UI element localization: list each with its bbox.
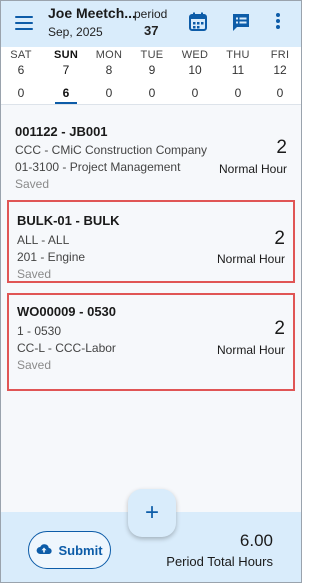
day-mon[interactable]: MON 8 0: [89, 47, 129, 105]
day-name: WED: [181, 49, 209, 61]
entry-cost-code: 01-3100 - Project Management: [15, 160, 181, 174]
calendar-icon[interactable]: [187, 11, 209, 33]
time-entry-card[interactable]: 001122 - JB001 CCC - CMiC Construction C…: [7, 115, 295, 193]
day-tue[interactable]: TUE 9 0: [132, 47, 172, 105]
period-number: 37: [144, 23, 159, 38]
entry-hour-type: Normal Hour: [218, 162, 287, 176]
time-entry-card[interactable]: BULK-01 - BULK ALL - ALL 201 - Engine Sa…: [7, 200, 295, 283]
day-name: MON: [95, 49, 123, 61]
top-app-bar: Joe Meetch... Sep, 2025 period 37: [1, 1, 301, 47]
entry-title: BULK-01 - BULK: [17, 213, 120, 228]
menu-icon[interactable]: [14, 13, 34, 33]
entry-status: Saved: [17, 358, 52, 372]
selected-day-indicator: [55, 102, 77, 104]
entry-company: ALL - ALL: [17, 233, 70, 247]
day-name: THU: [226, 49, 250, 61]
day-wed[interactable]: WED 10 0: [175, 47, 215, 105]
day-hours: 0: [191, 86, 199, 100]
day-date: 8: [105, 63, 113, 77]
entry-title: WO00009 - 0530: [17, 304, 117, 319]
entry-hours: 2: [274, 228, 285, 249]
day-hours: 6: [62, 86, 70, 100]
submit-button[interactable]: Submit: [28, 531, 111, 569]
month-label: Sep, 2025: [48, 25, 103, 39]
period-total-label: Period Total Hours: [166, 554, 273, 569]
entry-cost-code: 201 - Engine: [17, 250, 86, 264]
day-date: 11: [231, 63, 245, 77]
day-date: 12: [273, 63, 287, 77]
day-date: 10: [188, 63, 202, 77]
period-total-value: 6.00: [239, 531, 273, 550]
day-name: SUN: [53, 49, 79, 61]
submit-label: Submit: [58, 542, 103, 558]
timesheet-icon[interactable]: [230, 11, 252, 33]
day-name: FRI: [270, 49, 290, 61]
day-thu[interactable]: THU 11 0: [218, 47, 258, 105]
entry-status: Saved: [15, 177, 50, 191]
cloud-upload-icon: [36, 542, 53, 559]
day-hours: 0: [276, 86, 284, 100]
entry-status: Saved: [17, 267, 52, 281]
time-entry-card[interactable]: WO00009 - 0530 1 - 0530 CC-L - CCC-Labor…: [7, 293, 295, 391]
day-name: SAT: [10, 49, 32, 61]
entry-company: CCC - CMiC Construction Company: [15, 143, 208, 157]
day-sun[interactable]: SUN 7 6: [46, 47, 86, 105]
day-hours: 0: [17, 86, 25, 100]
entry-hours: 2: [276, 137, 287, 158]
add-entry-button[interactable]: +: [128, 489, 176, 537]
day-date: 6: [17, 63, 25, 77]
employee-name[interactable]: Joe Meetch...: [48, 5, 136, 21]
app-frame: Joe Meetch... Sep, 2025 period 37 SAT 6 …: [0, 0, 302, 583]
entry-cost-code: CC-L - CCC-Labor: [17, 341, 116, 355]
day-name: TUE: [140, 49, 164, 61]
day-fri[interactable]: FRI 12 0: [260, 47, 300, 105]
day-date: 7: [62, 63, 70, 77]
day-hours: 0: [105, 86, 113, 100]
entry-hour-type: Normal Hour: [216, 343, 285, 357]
entry-hours: 2: [274, 318, 285, 339]
entry-title: 001122 - JB001: [15, 124, 108, 139]
plus-icon: +: [144, 499, 159, 526]
entry-company: 1 - 0530: [17, 324, 62, 338]
day-sat[interactable]: SAT 6 0: [1, 47, 41, 105]
day-hours: 0: [148, 86, 156, 100]
more-vert-icon[interactable]: [271, 13, 285, 35]
week-strip: SAT 6 0 SUN 7 6 MON 8 0 TUE 9 0 WED 10 0…: [1, 47, 301, 105]
period-label: period: [134, 7, 168, 21]
day-date: 9: [148, 63, 156, 77]
entry-hour-type: Normal Hour: [216, 252, 285, 266]
day-hours: 0: [234, 86, 242, 100]
